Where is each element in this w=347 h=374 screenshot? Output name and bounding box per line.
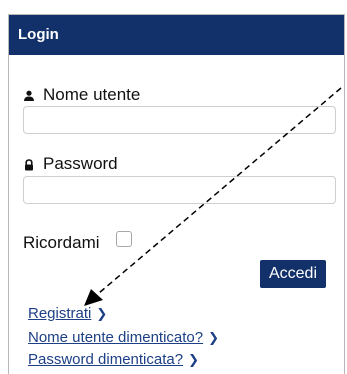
annotation-dashed-arrow bbox=[84, 87, 342, 306]
